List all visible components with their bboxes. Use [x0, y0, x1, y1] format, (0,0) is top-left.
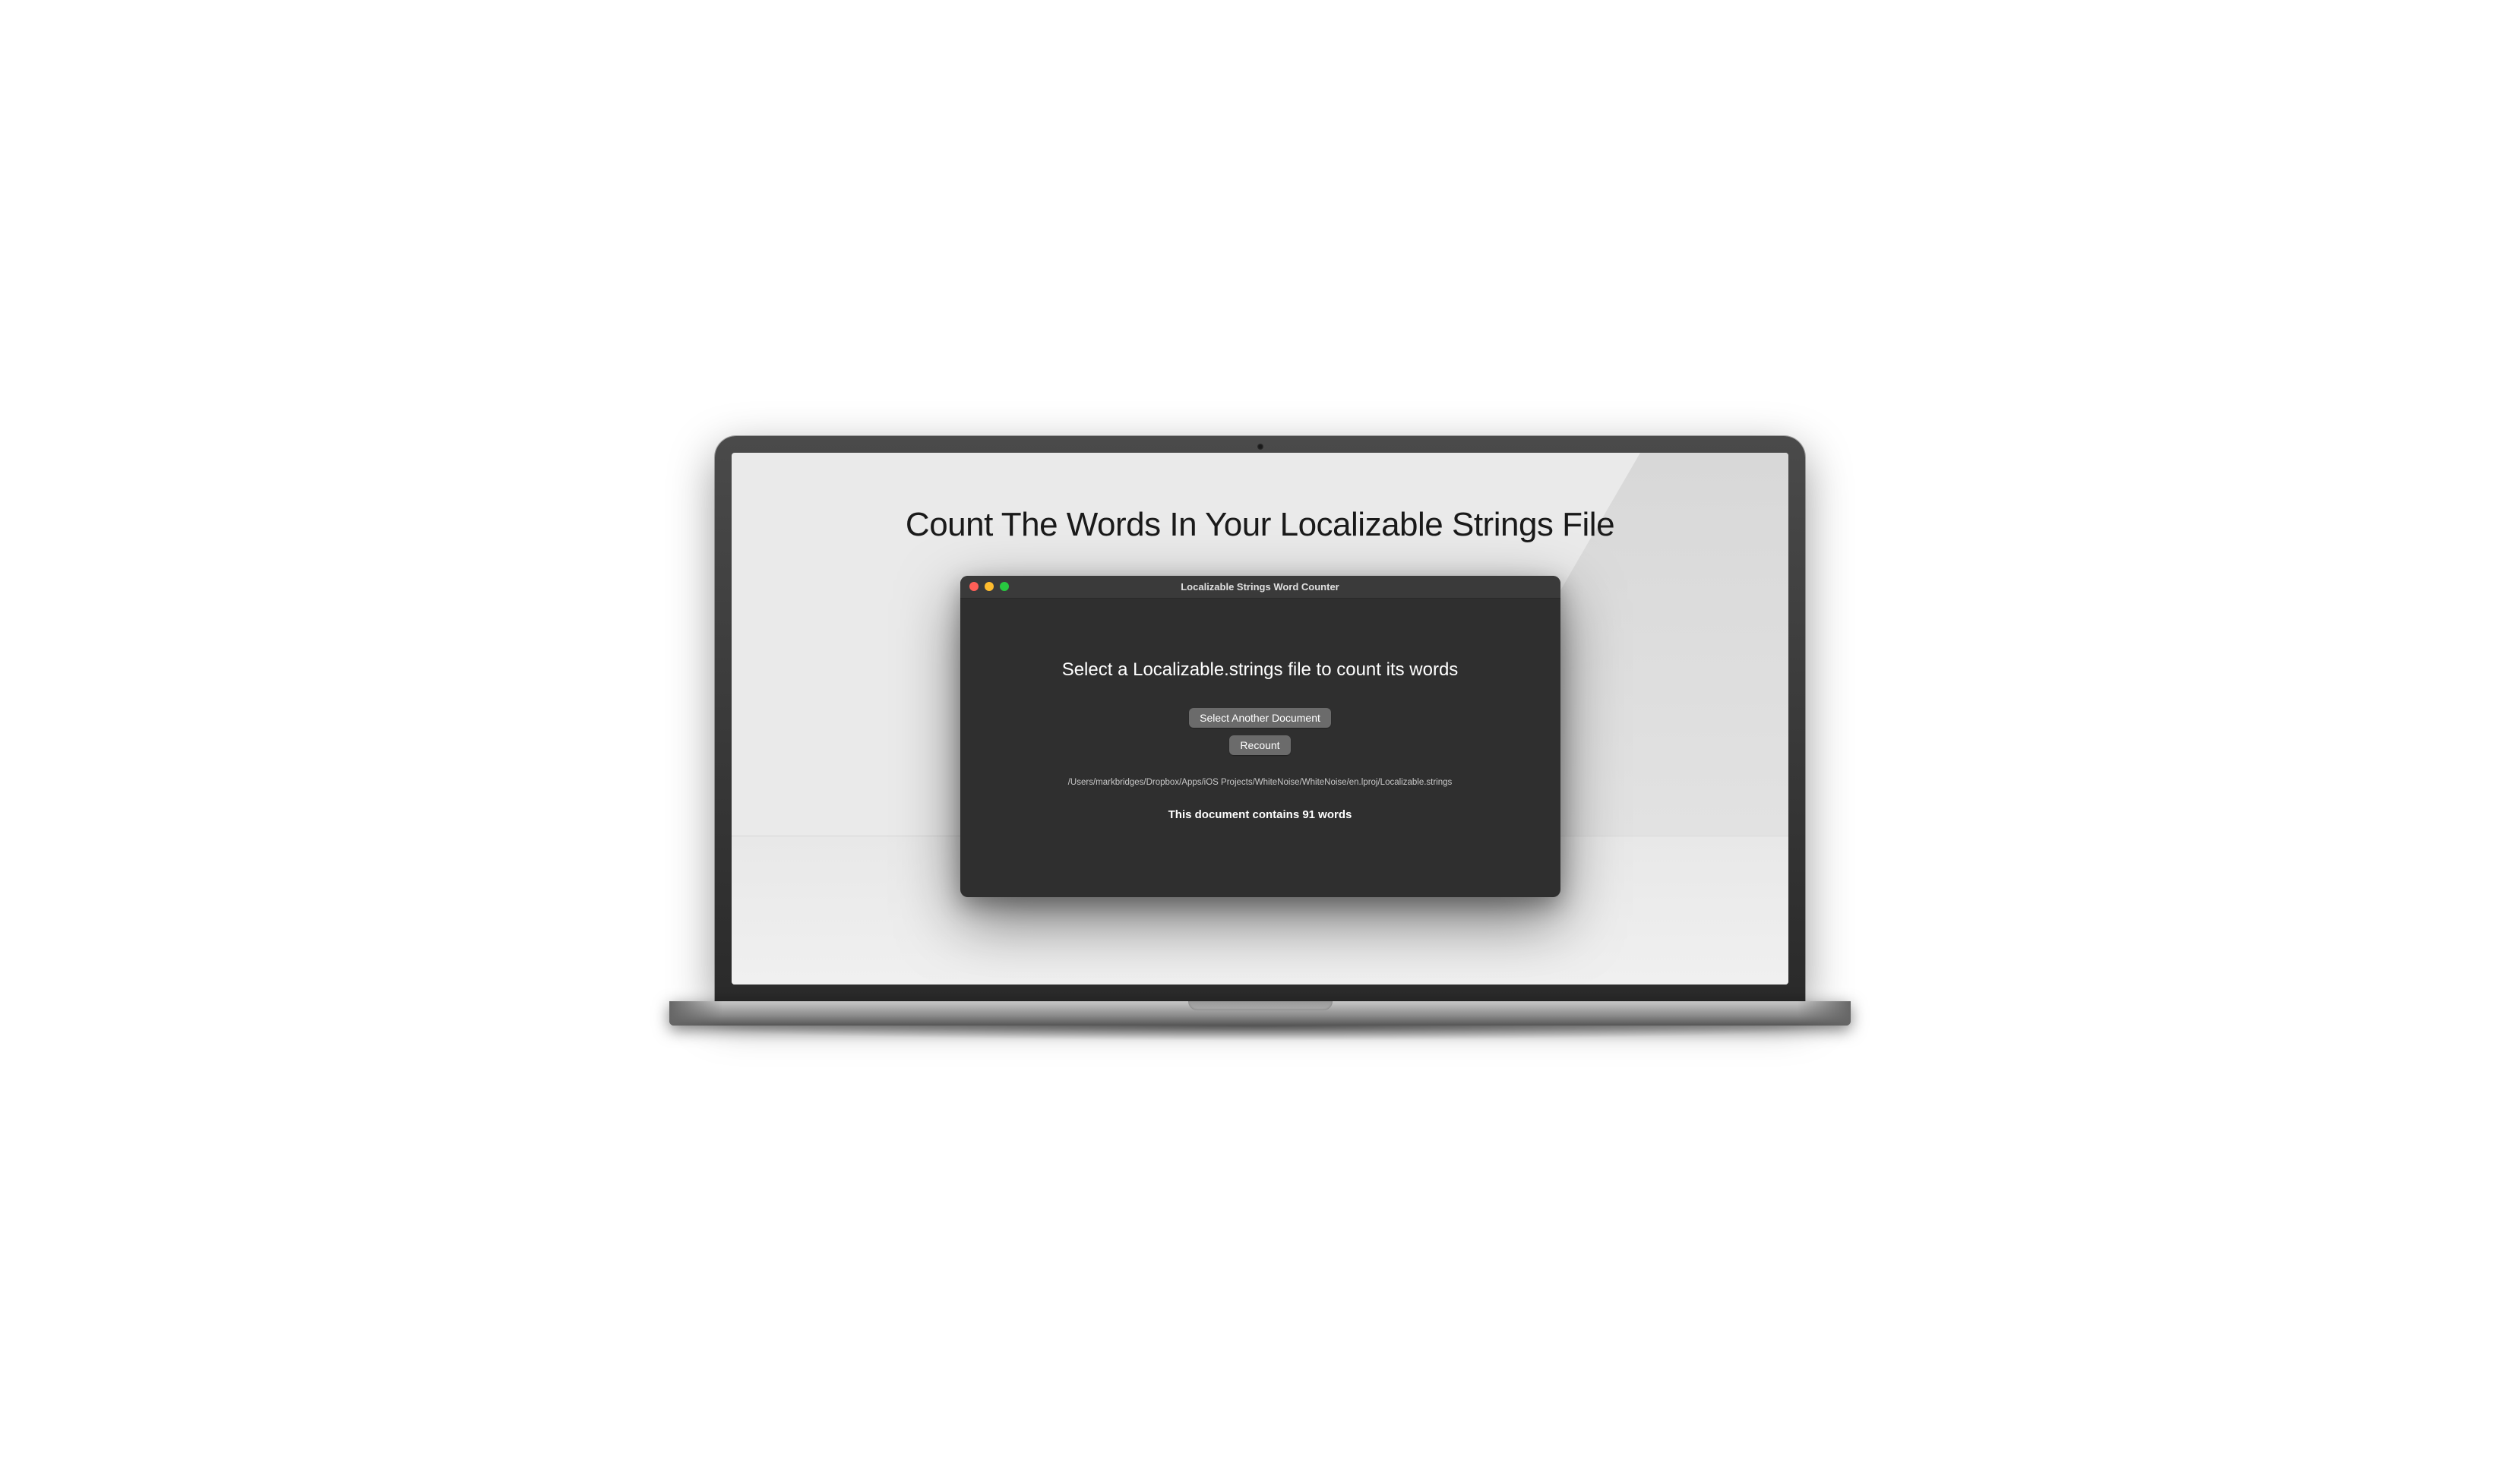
laptop-shadow: [669, 1026, 1851, 1041]
recount-button[interactable]: Recount: [1229, 735, 1290, 755]
laptop-mockup: Count The Words In Your Localizable Stri…: [715, 436, 1805, 1041]
window-content: Select a Localizable.strings file to cou…: [960, 599, 1560, 897]
page-title: Count The Words In Your Localizable Stri…: [732, 506, 1788, 544]
laptop-screen: Count The Words In Your Localizable Stri…: [732, 453, 1788, 985]
close-icon[interactable]: [969, 582, 979, 591]
zoom-icon[interactable]: [1000, 582, 1009, 591]
window-titlebar[interactable]: Localizable Strings Word Counter: [960, 576, 1560, 599]
file-path-text: /Users/markbridges/Dropbox/Apps/iOS Proj…: [991, 778, 1530, 787]
minimize-icon[interactable]: [985, 582, 994, 591]
instruction-text: Select a Localizable.strings file to cou…: [991, 659, 1530, 681]
window-title: Localizable Strings Word Counter: [960, 581, 1560, 593]
laptop-bezel: Count The Words In Your Localizable Stri…: [715, 436, 1805, 1001]
traffic-lights: [960, 582, 1009, 591]
word-count-result: This document contains 91 words: [991, 808, 1530, 821]
laptop-base: [669, 1001, 1851, 1026]
select-another-document-button[interactable]: Select Another Document: [1189, 708, 1331, 728]
app-window: Localizable Strings Word Counter Select …: [960, 576, 1560, 897]
laptop-notch: [1188, 1001, 1333, 1010]
camera-icon: [1257, 444, 1263, 450]
button-group: Select Another Document Recount: [991, 708, 1530, 755]
